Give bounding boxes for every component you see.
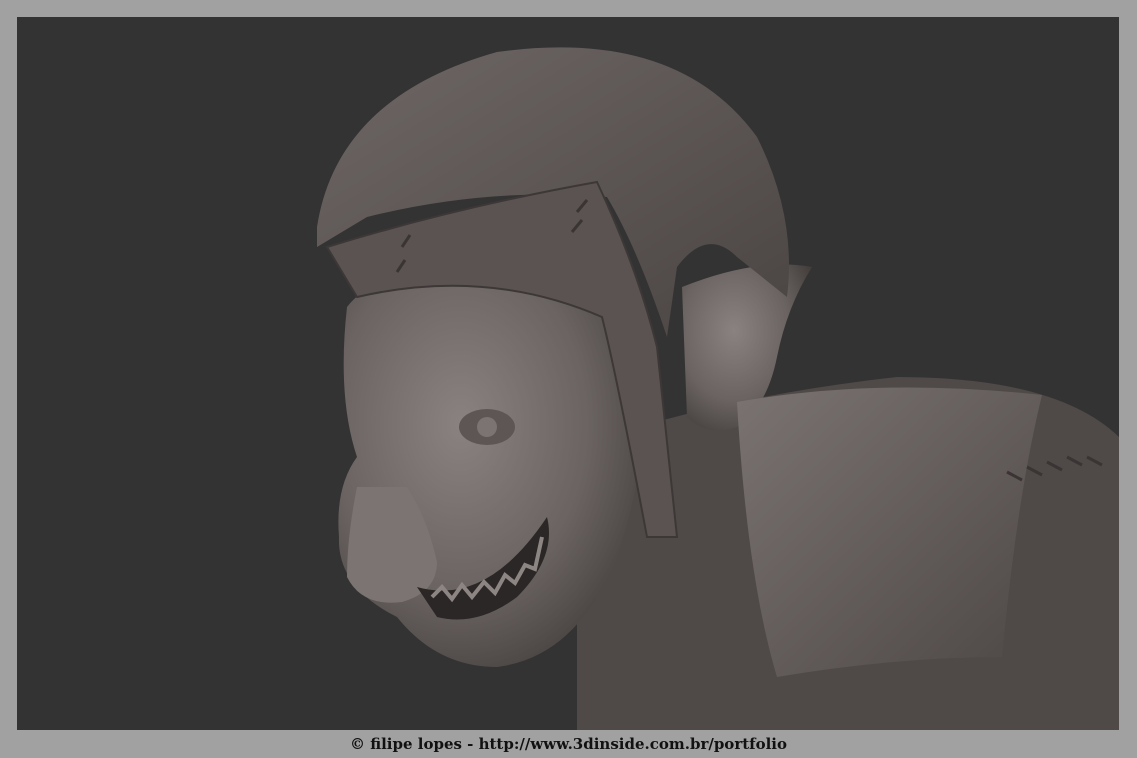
shoulder-pad-shape <box>737 387 1042 677</box>
image-frame: © filipe lopes - http://www.3dinside.com… <box>0 0 1137 758</box>
goblin-sculpt-render <box>317 47 1119 730</box>
eye-pupil <box>477 417 497 437</box>
render-viewport <box>17 17 1119 730</box>
copyright-caption: © filipe lopes - http://www.3dinside.com… <box>349 735 788 753</box>
